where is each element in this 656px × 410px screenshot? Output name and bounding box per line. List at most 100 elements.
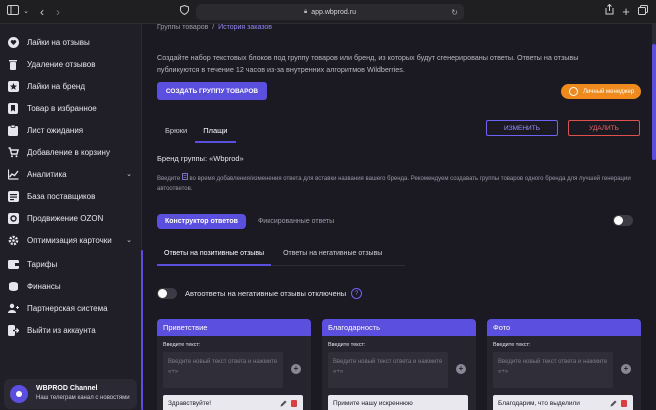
answer-item: Примите нашу искреннюю <box>328 395 468 410</box>
database-icon <box>7 190 19 202</box>
cart-icon <box>7 146 19 158</box>
share-icon[interactable] <box>603 0 615 24</box>
tab-trousers[interactable]: Брюки <box>157 120 195 143</box>
hint-after: во время добавления/изменения ответа для… <box>157 176 631 192</box>
delete-button[interactable]: УДАЛИТЬ <box>568 120 640 136</box>
sidebar-item-label: Продвижение OZON <box>27 213 104 223</box>
add-answer-button[interactable]: + <box>456 364 466 374</box>
lifebuoy-icon <box>569 87 578 96</box>
sidebar-toggle-icon[interactable] <box>6 0 20 24</box>
promo-subtitle: Наш телеграм канал с новостями <box>36 395 130 401</box>
add-answer-button[interactable]: + <box>291 364 301 374</box>
sidebar-item-brand-likes[interactable]: Лайки на бренд <box>0 75 142 97</box>
group-tabs: Брюки Плащи <box>157 120 236 143</box>
help-icon[interactable]: ? <box>351 288 363 299</box>
trash-icon <box>7 58 19 70</box>
sidebar-item-logout[interactable]: Выйти из аккаунта <box>0 319 142 341</box>
reload-icon[interactable]: ↻ <box>451 8 458 17</box>
sidebar-item-add-to-cart[interactable]: Добавление в корзину <box>0 141 142 163</box>
sidebar: Лайки на отзывы Удаление отзывов Лайки н… <box>0 24 142 410</box>
create-group-button[interactable]: СОЗДАТЬ ГРУППУ ТОВАРОВ <box>157 82 267 100</box>
breadcrumb-current[interactable]: История заказов <box>218 24 272 31</box>
intro-text: Создайте набор текстовых блоков под груп… <box>157 53 579 74</box>
answer-text: Здравствуйте! <box>168 400 212 407</box>
new-tab-icon[interactable]: + <box>620 0 632 24</box>
sidebar-item-analytics[interactable]: Аналитика ⌄ <box>0 163 142 185</box>
sidebar-item-label: Добавление в корзину <box>27 147 110 157</box>
sidebar-item-label: Партнерская система <box>27 303 108 313</box>
personal-manager-button[interactable]: Личный менеджер <box>561 84 641 99</box>
card-input-label: Введите текст: <box>493 342 531 348</box>
hint-before: Введите <box>157 176 181 182</box>
sidebar-item-label: Оптимизация карточки <box>27 235 112 245</box>
tab-fixed-answers[interactable]: Фиксированные ответы <box>250 214 342 229</box>
channel-logo-icon <box>10 385 28 403</box>
wallet-icon <box>7 258 19 270</box>
card-title: Благодарность <box>322 319 476 336</box>
sidebar-item-partner-system[interactable]: Партнерская система <box>0 297 142 319</box>
tab-answer-constructor[interactable]: Конструктор ответов <box>157 214 246 229</box>
pencil-icon[interactable] <box>280 400 287 407</box>
shield-icon[interactable] <box>178 0 190 24</box>
address-bar[interactable]: 🔒︎ app.wbprod.ru ↻ <box>196 4 464 20</box>
back-icon[interactable]: ‹ <box>36 0 48 24</box>
edit-button[interactable]: ИЗМЕНИТЬ <box>486 120 558 136</box>
pencil-icon[interactable] <box>610 400 617 407</box>
sidebar-item-finance[interactable]: Финансы <box>0 275 142 297</box>
sidebar-item-label: Финансы <box>27 281 61 291</box>
main-content: Группы товаров / История заказов Создайт… <box>143 24 656 410</box>
logout-icon <box>7 324 19 336</box>
forward-icon[interactable]: › <box>52 0 64 24</box>
page-scrollbar[interactable] <box>652 24 656 160</box>
breadcrumb: Группы товаров / История заказов <box>157 24 272 31</box>
answer-item: Благодарим, что выделили <box>493 395 633 410</box>
card-input-label: Введите текст: <box>328 342 366 348</box>
gear-icon <box>7 234 19 246</box>
sidebar-item-label: Лайки на отзывы <box>27 37 90 47</box>
chevron-down-icon[interactable]: ⌄ <box>126 236 132 244</box>
sidebar-item-label: Тарифы <box>27 259 58 269</box>
ozon-icon <box>7 212 19 224</box>
tabs-overview-icon[interactable] <box>637 0 649 24</box>
card-title: Фото <box>487 319 641 336</box>
sidebar-item-favorites[interactable]: Товар в избранное <box>0 97 142 119</box>
answer-text: Благодарим, что выделили <box>498 400 580 407</box>
url-text: app.wbprod.ru <box>311 8 356 16</box>
tab-positive-reviews[interactable]: Ответы на позитивные отзывы <box>157 248 272 266</box>
trash-icon[interactable] <box>621 400 627 407</box>
autoreply-toggle[interactable] <box>157 288 177 299</box>
sidebar-item-review-removal[interactable]: Удаление отзывов <box>0 53 142 75</box>
trash-icon[interactable] <box>291 400 297 407</box>
card-text-input[interactable]: Введите новый текст ответа и нажмите «+» <box>163 352 283 388</box>
chevron-down-icon[interactable]: ⌄ <box>126 170 132 178</box>
card-text-input[interactable]: Введите новый текст ответа и нажмите «+» <box>493 352 613 388</box>
tab-raincoats[interactable]: Плащи <box>195 120 236 143</box>
sidebar-item-supplier-base[interactable]: База поставщиков <box>0 185 142 207</box>
sidebar-item-label: Удаление отзывов <box>27 59 96 69</box>
chart-icon <box>7 168 19 180</box>
sidebar-item-ozon-promotion[interactable]: Продвижение OZON <box>0 207 142 229</box>
coins-icon <box>7 280 19 292</box>
add-answer-button[interactable]: + <box>621 364 631 374</box>
sidebar-item-review-likes[interactable]: Лайки на отзывы <box>0 31 142 53</box>
answer-text: Примите нашу искреннюю <box>333 400 413 407</box>
personal-manager-label: Личный менеджер <box>583 88 635 95</box>
mode-toggle[interactable] <box>613 215 633 226</box>
breadcrumb-parent[interactable]: Группы товаров <box>157 24 208 31</box>
telegram-channel-promo[interactable]: WBPROD Channel Наш телеграм канал с ново… <box>4 379 137 409</box>
browser-toolbar: ⌄ ‹ › 🔒︎ app.wbprod.ru ↻ + <box>0 0 656 24</box>
card-text-input[interactable]: Введите новый текст ответа и нажмите «+» <box>328 352 448 388</box>
answer-item: Здравствуйте! <box>163 395 303 410</box>
sidebar-item-label: Лайки на бренд <box>27 81 86 91</box>
sidebar-item-card-optimization[interactable]: Оптимизация карточки ⌄ <box>0 229 142 251</box>
chevron-down-icon[interactable]: ⌄ <box>22 0 30 24</box>
review-type-tabs: Ответы на позитивные отзывы Ответы на не… <box>157 248 405 266</box>
sidebar-item-waitlist[interactable]: Лист ожидания <box>0 119 142 141</box>
brand-hint: Введите во время добавления/изменения от… <box>157 173 647 194</box>
autoreply-row: Автоответы на негативные отзывы отключен… <box>157 288 363 299</box>
sidebar-item-tariffs[interactable]: Тарифы <box>0 253 142 275</box>
scrollbar-thumb[interactable] <box>652 44 656 160</box>
sidebar-item-label: Выйти из аккаунта <box>27 325 96 335</box>
sidebar-item-label: Лист ожидания <box>27 125 84 135</box>
tab-negative-reviews[interactable]: Ответы на негативные отзывы <box>276 248 389 266</box>
